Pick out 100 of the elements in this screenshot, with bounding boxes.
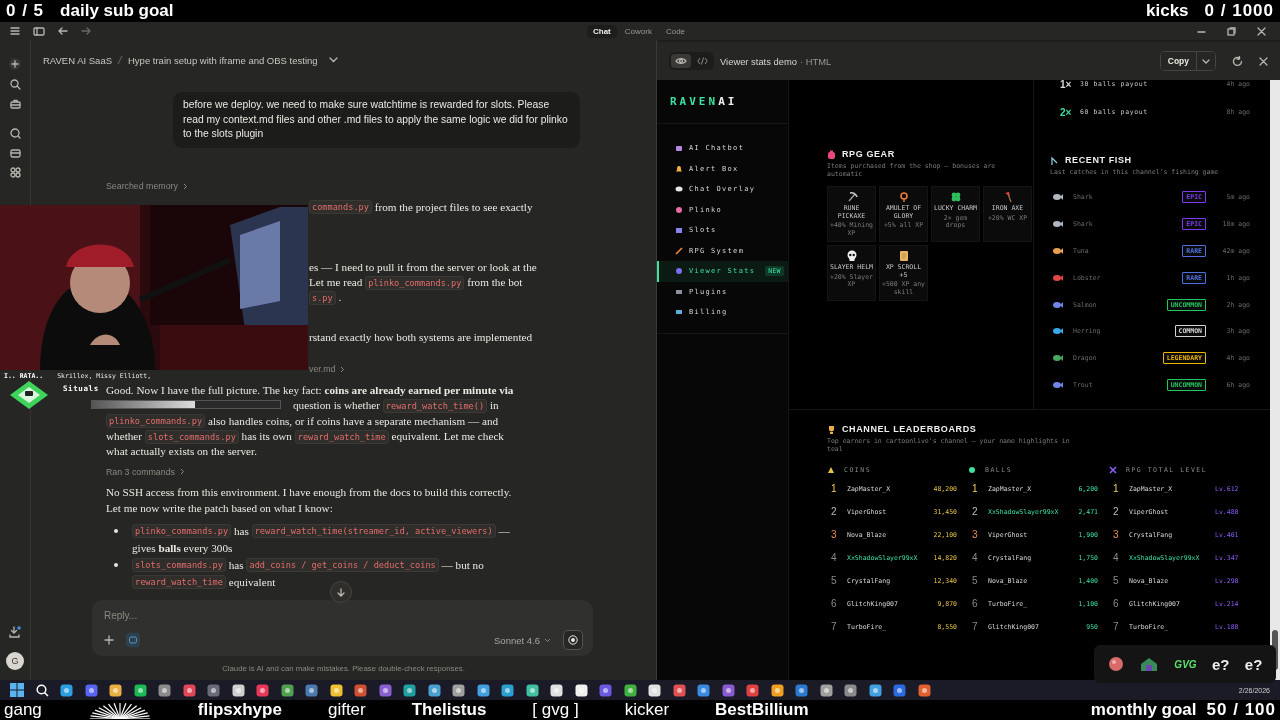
taskbar-app-icon[interactable] bbox=[354, 683, 367, 697]
taskbar-app-icon[interactable] bbox=[917, 683, 931, 697]
taskbar-app-icon[interactable] bbox=[280, 683, 294, 697]
apps-grid-icon[interactable] bbox=[9, 167, 21, 178]
archive-box-icon[interactable] bbox=[9, 148, 21, 158]
taskbar-app-icon[interactable] bbox=[182, 683, 196, 697]
inline-code: reward_watch_time() bbox=[382, 398, 488, 413]
caret-icon[interactable] bbox=[328, 57, 338, 63]
mode-tab[interactable]: Chat bbox=[587, 24, 617, 38]
menu-icon[interactable] bbox=[10, 27, 20, 35]
rank-number: 2 bbox=[971, 506, 979, 517]
monthly-goal-label: monthly goal bbox=[1090, 700, 1197, 720]
taskbar-app-icon[interactable] bbox=[60, 683, 73, 697]
plus-icon[interactable] bbox=[104, 635, 114, 645]
rank-number: 5 bbox=[830, 575, 838, 586]
section-title: RECENT FISH bbox=[1065, 155, 1132, 165]
taskbar-app-icon[interactable] bbox=[623, 683, 637, 697]
search-icon[interactable] bbox=[9, 79, 21, 90]
step-toggle[interactable]: Searched memory bbox=[106, 178, 188, 194]
ball-icon bbox=[1107, 656, 1124, 672]
message-text: has its own bbox=[240, 428, 293, 444]
sunburst-logo-drawing bbox=[87, 701, 152, 719]
search-icon[interactable] bbox=[35, 683, 49, 697]
caret-icon bbox=[544, 637, 551, 643]
nav-emoji-icon bbox=[675, 164, 683, 173]
taskbar-app-icon[interactable] bbox=[819, 683, 833, 697]
taskbar-app-icon[interactable] bbox=[403, 683, 416, 697]
nav-emoji-icon bbox=[675, 226, 683, 235]
forward-arrow-icon[interactable] bbox=[81, 27, 91, 35]
taskbar-app-icon[interactable] bbox=[207, 683, 220, 697]
taskbar-app-icon[interactable] bbox=[648, 683, 661, 697]
taskbar-app-icon[interactable] bbox=[574, 683, 588, 697]
taskbar-app-icon[interactable] bbox=[746, 683, 759, 697]
plus-icon[interactable] bbox=[9, 58, 21, 70]
folder-icon[interactable] bbox=[126, 633, 140, 647]
fish-icon bbox=[1052, 327, 1063, 336]
trophy-icon bbox=[827, 424, 836, 434]
message-text: what actually exists on the server. bbox=[106, 444, 257, 460]
fish-icon bbox=[1052, 354, 1063, 363]
breadcrumb-link[interactable]: RAVEN AI SaaS bbox=[43, 54, 112, 66]
message-text: also handles coins, or if coins have a separate mechanism — and bbox=[206, 413, 499, 429]
windows-start-icon[interactable] bbox=[10, 683, 24, 697]
mode-tab[interactable]: Cowork bbox=[618, 24, 658, 38]
taskbar-app-icon[interactable] bbox=[893, 683, 906, 697]
taskbar-app-icon[interactable] bbox=[452, 683, 465, 697]
taskbar-app-icon[interactable] bbox=[721, 683, 735, 697]
user-avatar[interactable]: G bbox=[6, 652, 24, 670]
taskbar-app-icon[interactable] bbox=[158, 683, 171, 697]
view-mode-button[interactable] bbox=[671, 54, 691, 68]
taskbar-app-icon[interactable] bbox=[844, 683, 857, 697]
taskbar-app-icon[interactable] bbox=[476, 683, 490, 697]
taskbar-app-icon[interactable] bbox=[868, 683, 882, 697]
taskbar-app-icon[interactable] bbox=[501, 683, 514, 697]
refresh-icon[interactable] bbox=[1232, 55, 1243, 67]
nav-emoji-icon bbox=[675, 246, 683, 255]
taskbar-app-icon[interactable] bbox=[427, 683, 441, 697]
taskbar-app-icon[interactable] bbox=[770, 683, 784, 697]
rank-number: 4 bbox=[971, 552, 979, 563]
taskbar-app-icon[interactable] bbox=[305, 683, 318, 697]
step-toggle[interactable]: Ran 3 commands bbox=[106, 464, 185, 480]
mode-tab[interactable]: Code bbox=[659, 24, 692, 38]
copy-dropdown-button[interactable] bbox=[1196, 52, 1215, 70]
reply-field[interactable]: Reply... bbox=[104, 608, 583, 622]
restore-icon[interactable] bbox=[1227, 26, 1236, 36]
model-selector[interactable]: Sonnet 4.6 bbox=[494, 634, 551, 646]
voice-button[interactable] bbox=[563, 630, 583, 650]
close-icon[interactable] bbox=[1259, 56, 1268, 66]
chevron-icon bbox=[182, 182, 188, 190]
taskbar-app-icon[interactable] bbox=[795, 683, 808, 697]
scrollbar[interactable] bbox=[1270, 80, 1280, 680]
rank-number: 3 bbox=[971, 529, 979, 540]
back-arrow-icon[interactable] bbox=[58, 27, 68, 35]
message-text: whether bbox=[106, 428, 144, 444]
close-icon[interactable] bbox=[1257, 26, 1266, 36]
taskbar-app-icon[interactable] bbox=[697, 683, 710, 697]
briefcase-icon[interactable] bbox=[9, 99, 21, 109]
inline-code: s.py bbox=[309, 291, 336, 306]
taskbar-app-icon[interactable] bbox=[672, 683, 686, 697]
rank-number: 4 bbox=[1112, 552, 1120, 563]
taskbar-app-icon[interactable] bbox=[109, 683, 122, 697]
taskbar-app-icon[interactable] bbox=[378, 683, 392, 697]
taskbar-app-icon[interactable] bbox=[599, 683, 612, 697]
backpack-icon bbox=[827, 149, 836, 159]
taskbar-app-icon[interactable] bbox=[231, 683, 245, 697]
step-toggle[interactable]: ver.md bbox=[309, 362, 346, 377]
scroll-down-button[interactable] bbox=[330, 581, 352, 603]
skull-icon bbox=[845, 250, 858, 262]
sidebar-toggle-icon[interactable] bbox=[33, 26, 45, 36]
diamond-icon bbox=[9, 380, 49, 410]
message-text: — bbox=[497, 524, 510, 540]
taskbar-app-icon[interactable] bbox=[329, 683, 343, 697]
rank-number: 7 bbox=[1112, 621, 1120, 632]
taskbar-app-icon[interactable] bbox=[84, 683, 98, 697]
taskbar-app-icon[interactable] bbox=[550, 683, 563, 697]
taskbar-app-icon[interactable] bbox=[525, 683, 539, 697]
download-icon[interactable] bbox=[9, 626, 21, 638]
taskbar-app-icon[interactable] bbox=[256, 683, 269, 697]
chat-title[interactable]: Hype train setup with iframe and OBS testing bbox=[128, 54, 318, 66]
taskbar-app-icon[interactable] bbox=[133, 683, 147, 697]
rank-number: 1 bbox=[1112, 483, 1120, 494]
